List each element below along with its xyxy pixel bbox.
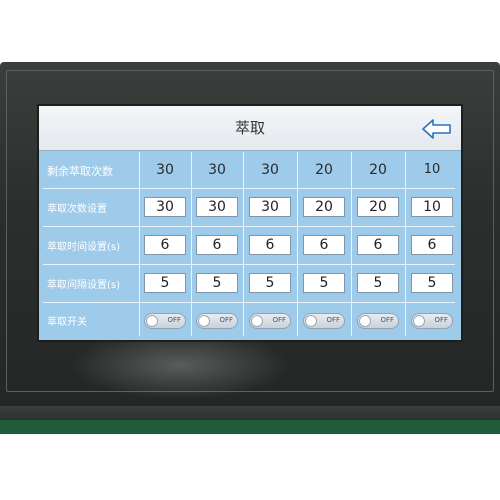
row-label: 萃取次数设置 [47,204,107,215]
row-count-setting: 萃取次数设置 30 30 30 20 20 10 [43,188,455,226]
interval-input[interactable]: 5 [411,273,453,293]
row-label: 萃取间隔设置(s) [47,280,121,291]
time-input[interactable]: 6 [196,235,238,255]
row-label: 剩余萃取次数 [47,165,113,178]
interval-input[interactable]: 5 [249,273,291,293]
remaining-value: 10 [423,162,441,177]
interval-input[interactable]: 5 [144,273,186,293]
interval-input[interactable]: 5 [196,273,238,293]
toggle-knob [305,315,317,327]
time-input[interactable]: 6 [144,235,186,255]
toggle-state: OFF [434,316,448,324]
extraction-toggle[interactable]: OFF [196,313,238,329]
toggle-state: OFF [380,316,394,324]
remaining-value: 30 [208,162,226,178]
toggle-knob [359,315,371,327]
header-bar: 萃取 [39,106,461,151]
extraction-toggle[interactable]: OFF [357,313,399,329]
count-input[interactable]: 30 [196,197,238,217]
count-input[interactable]: 20 [303,197,345,217]
toggle-state: OFF [219,316,233,324]
count-input[interactable]: 30 [144,197,186,217]
row-label: 萃取开关 [47,317,87,328]
extraction-toggle[interactable]: OFF [144,313,186,329]
remaining-value: 20 [369,162,387,178]
page-title: 萃取 [234,119,265,137]
row-label: 萃取时间设置(s) [47,242,121,253]
remaining-value: 30 [261,162,279,178]
time-input[interactable]: 6 [249,235,291,255]
toggle-state: OFF [272,316,286,324]
device-base [0,420,500,434]
back-button[interactable] [421,118,453,140]
count-input[interactable]: 20 [357,197,399,217]
toggle-state: OFF [167,316,181,324]
toggle-knob [413,315,425,327]
extraction-toggle[interactable]: OFF [303,313,345,329]
count-input[interactable]: 30 [249,197,291,217]
time-input[interactable]: 6 [303,235,345,255]
left-arrow-icon [422,119,451,139]
interval-input[interactable]: 5 [303,273,345,293]
toggle-knob [146,315,158,327]
row-remaining-count: 剩余萃取次数 30 30 30 20 20 10 [43,152,455,188]
toggle-state: OFF [326,316,340,324]
time-input[interactable]: 6 [357,235,399,255]
settings-grid: 剩余萃取次数 30 30 30 20 20 10 萃取次数设置 30 30 30… [43,152,455,336]
count-input[interactable]: 10 [411,197,453,217]
row-switch: 萃取开关 OFF OFF OFF OFF OFF OFF [43,302,455,338]
remaining-value: 30 [156,162,174,178]
row-time-setting: 萃取时间设置(s) 6 6 6 6 6 6 [43,226,455,264]
extraction-toggle[interactable]: OFF [249,313,291,329]
interval-input[interactable]: 5 [357,273,399,293]
time-input[interactable]: 6 [411,235,453,255]
toggle-knob [198,315,210,327]
toggle-knob [251,315,263,327]
hmi-screen: 萃取 剩余萃取次数 30 30 30 20 20 10 萃取次数设置 30 30… [37,104,463,342]
extraction-toggle[interactable]: OFF [411,313,453,329]
row-interval-setting: 萃取间隔设置(s) 5 5 5 5 5 5 [43,264,455,302]
remaining-value: 20 [315,162,333,178]
